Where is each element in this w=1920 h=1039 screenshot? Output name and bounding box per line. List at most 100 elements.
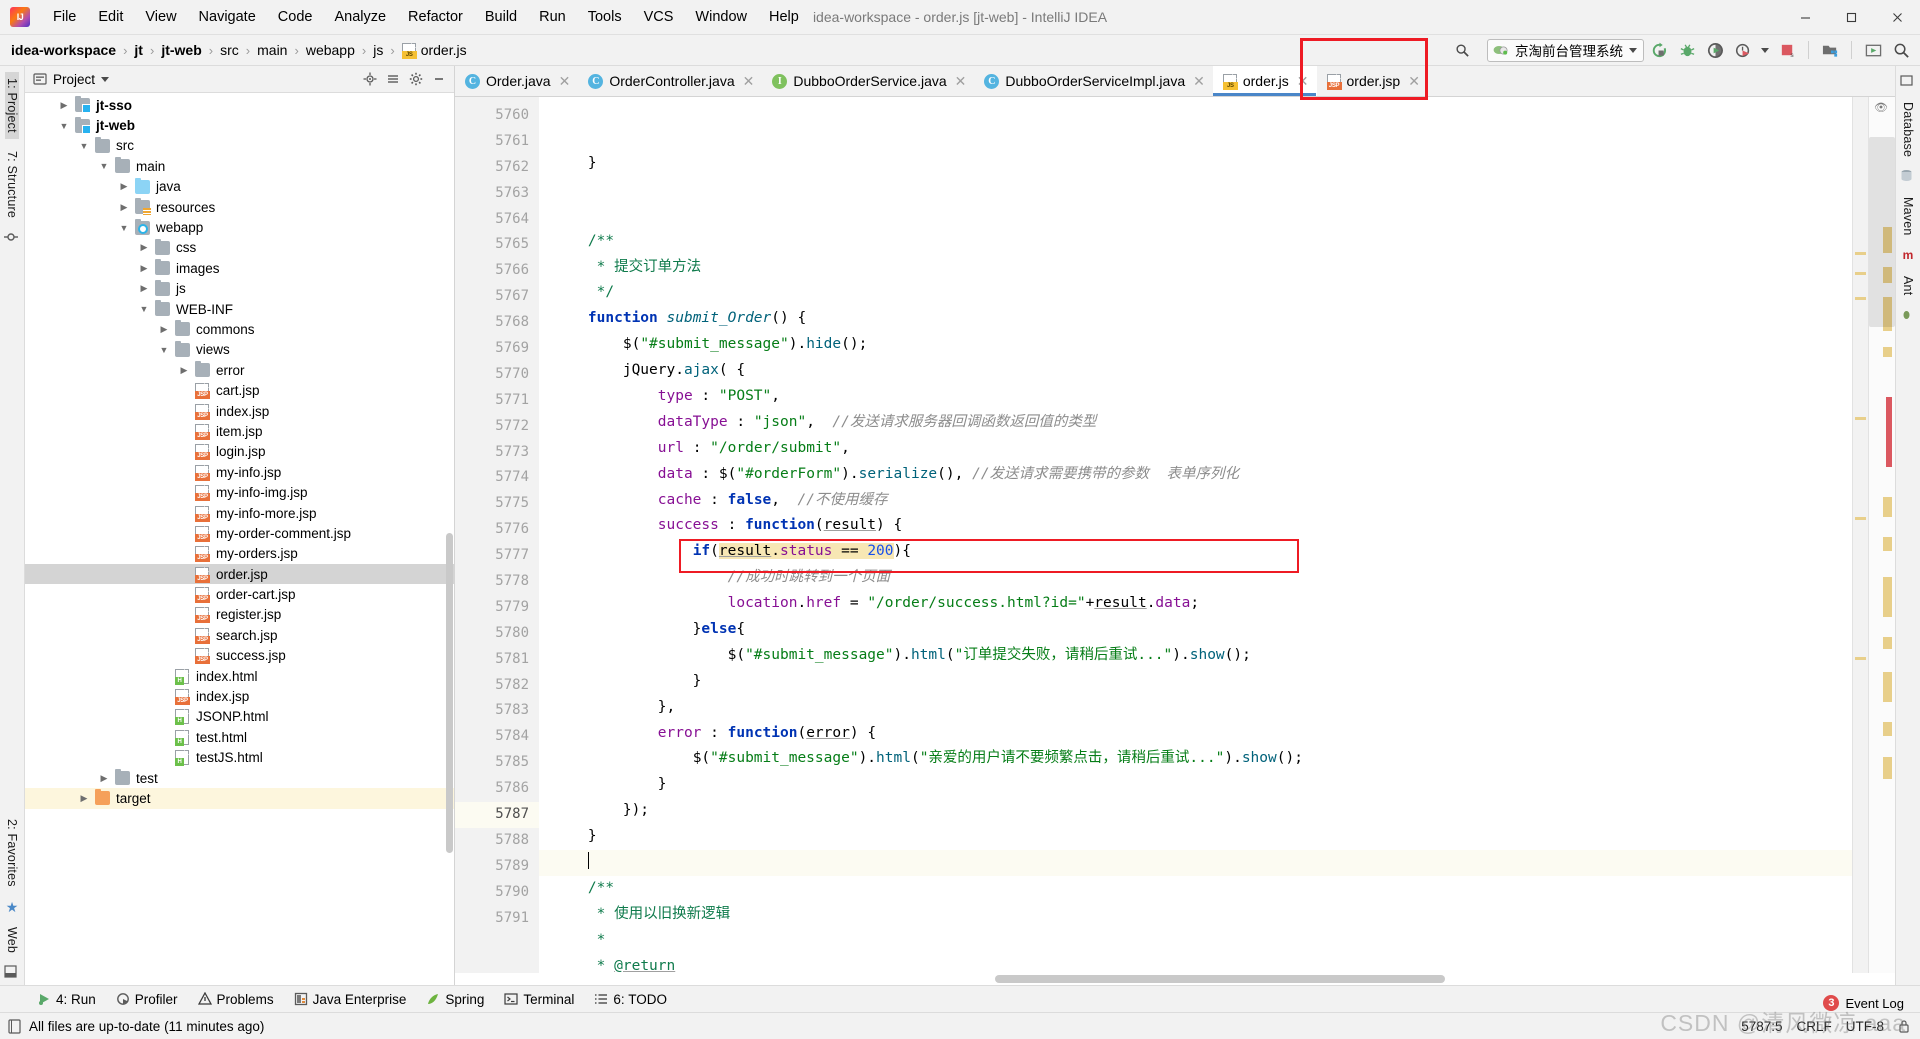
line-number[interactable]: 5761 — [455, 129, 539, 155]
code-line[interactable]: $("#submit_message").hide(); — [539, 332, 1852, 358]
code-content[interactable]: } /** * 提交订单方法 */ function submit_Order(… — [539, 97, 1852, 973]
code-line[interactable]: error : function(error) { — [539, 721, 1852, 747]
code-line[interactable]: //成功时跳转到一个页面 — [539, 565, 1852, 591]
notifications-icon[interactable] — [1900, 74, 1916, 90]
code-line[interactable]: * — [539, 928, 1852, 954]
line-number[interactable]: 5764 — [455, 207, 539, 233]
lock-icon[interactable] — [1898, 1019, 1910, 1033]
line-number[interactable]: 5766− — [455, 258, 555, 284]
line-number[interactable]: 5781− — [455, 647, 555, 673]
line-number[interactable]: 5789 — [455, 854, 539, 880]
code-line[interactable]: type : "POST", — [539, 384, 1852, 410]
tree-node-my-order-comment-jsp[interactable]: JSP my-order-comment.jsp — [25, 523, 454, 543]
sidebar-item-database[interactable]: Database — [1901, 96, 1915, 163]
run-with-coverage-icon[interactable] — [1702, 38, 1728, 62]
horizontal-scrollbar[interactable] — [455, 973, 1895, 985]
code-line[interactable]: } — [539, 824, 1852, 850]
chevron-down-icon[interactable]: ▼ — [77, 141, 91, 151]
code-line[interactable] — [539, 203, 1852, 229]
breadcrumb-item-jt[interactable]: jt — [131, 40, 146, 60]
tree-node-images[interactable]: ▶ images — [25, 258, 454, 278]
profiler-icon[interactable] — [1730, 38, 1756, 62]
tree-node-jt-web[interactable]: ▼ jt-web — [25, 115, 454, 135]
code-marker[interactable] — [1855, 517, 1866, 520]
code-line[interactable]: * 使用以旧换新逻辑 — [539, 902, 1852, 928]
tree-node-jt-sso[interactable]: ▶ jt-sso — [25, 95, 454, 115]
close-icon[interactable]: ✕ — [1408, 73, 1420, 90]
close-icon[interactable]: ✕ — [1297, 73, 1309, 90]
code-marker[interactable] — [1855, 417, 1866, 420]
code-line[interactable]: $("#submit_message").html("亲爱的用户请不要频繁点击，… — [539, 746, 1852, 772]
tree-node-commons[interactable]: ▶ commons — [25, 319, 454, 339]
error-stripe-scrollbar[interactable]: 👁 — [1868, 97, 1895, 973]
tree-node-index-html[interactable]: Hindex.html — [25, 666, 454, 686]
code-line[interactable]: /** — [539, 876, 1852, 902]
line-number[interactable]: 5782− — [455, 673, 555, 699]
tool-window-run[interactable]: 4: Run — [28, 990, 105, 1009]
chevron-right-icon[interactable]: ▶ — [137, 283, 151, 294]
chevron-right-icon[interactable]: ▶ — [77, 793, 91, 804]
line-number[interactable]: 5767 — [455, 284, 539, 310]
tree-node-item-jsp[interactable]: JSP item.jsp — [25, 421, 454, 441]
tree-node-testjs-html[interactable]: HtestJS.html — [25, 748, 454, 768]
breadcrumb-item-src[interactable]: src — [217, 40, 242, 60]
commit-icon[interactable] — [4, 230, 20, 246]
editor-tab-order-jsp[interactable]: JSP order.jsp ✕ — [1317, 66, 1428, 96]
tree-node-my-info-jsp[interactable]: JSP my-info.jsp — [25, 462, 454, 482]
tree-scrollbar[interactable] — [446, 533, 453, 853]
menu-item-tools[interactable]: Tools — [577, 5, 633, 29]
code-line[interactable] — [539, 177, 1852, 203]
code-line[interactable]: $("#submit_message").html("订单提交失败，请稍后重试.… — [539, 643, 1852, 669]
tree-node-order-cart-jsp[interactable]: JSP order-cart.jsp — [25, 584, 454, 604]
sidebar-item-web[interactable]: Web — [5, 921, 19, 959]
code-line[interactable]: cache : false, //不使用缓存 — [539, 488, 1852, 514]
menu-item-window[interactable]: Window — [684, 5, 758, 29]
chevron-right-icon[interactable]: ▶ — [117, 202, 131, 213]
chevron-right-icon[interactable]: ▶ — [97, 773, 111, 784]
marker-bar[interactable] — [1852, 97, 1868, 973]
line-number[interactable]: 5783 — [455, 698, 539, 724]
tree-node-webapp[interactable]: ▼ webapp — [25, 217, 454, 237]
project-panel-title[interactable]: Project — [33, 72, 110, 87]
code-line[interactable]: function submit_Order() { — [539, 306, 1852, 332]
line-number[interactable]: 5786− — [455, 776, 555, 802]
chevron-down-icon[interactable]: ▼ — [157, 345, 171, 355]
tree-node-cart-jsp[interactable]: JSP cart.jsp — [25, 380, 454, 400]
menu-item-refactor[interactable]: Refactor — [397, 5, 474, 29]
code-line[interactable]: * 提交订单方法 — [539, 255, 1852, 281]
menu-item-build[interactable]: Build — [474, 5, 528, 29]
tree-node-my-info-more-jsp[interactable]: JSP my-info-more.jsp — [25, 503, 454, 523]
line-number[interactable]: 5762 — [455, 155, 539, 181]
line-number[interactable]: 5775 — [455, 491, 539, 517]
tool-window-todo[interactable]: 6: TODO — [585, 990, 676, 1009]
hide-all-icon[interactable] — [4, 965, 20, 981]
tool-window-problems[interactable]: Problems — [189, 990, 283, 1009]
tree-node-order-jsp[interactable]: JSP order.jsp — [25, 563, 454, 585]
chevron-right-icon[interactable]: ▶ — [137, 263, 151, 274]
sidebar-item-favorites[interactable]: 2: Favorites — [5, 813, 19, 893]
tree-node-resources[interactable]: ▶ resources — [25, 197, 454, 217]
line-number[interactable]: 5778 — [455, 569, 539, 595]
tree-node-jsonp-html[interactable]: H JSONP.html — [25, 707, 454, 727]
code-line[interactable]: jQuery.ajax( { — [539, 358, 1852, 384]
code-line[interactable]: location.href = "/order/success.html?id=… — [539, 591, 1852, 617]
line-number[interactable]: 5784− — [455, 724, 555, 750]
code-line[interactable]: } — [539, 151, 1852, 177]
tree-node-views[interactable]: ▼ views — [25, 340, 454, 360]
project-tree[interactable]: ▶ jt-sso ▼ jt-web ▼ src ▼ main ▶ java ▶ resources ▼ w… — [25, 93, 454, 985]
sidebar-item-ant[interactable]: Ant — [1901, 270, 1915, 301]
tree-node-success-jsp[interactable]: JSP success.jsp — [25, 646, 454, 666]
menu-item-analyze[interactable]: Analyze — [323, 5, 397, 29]
line-number[interactable]: 5776 — [455, 517, 539, 543]
chevron-right-icon[interactable]: ▶ — [177, 365, 191, 376]
code-line[interactable]: if(result.status == 200){ — [539, 539, 1852, 565]
tree-node-src[interactable]: ▼ src — [25, 136, 454, 156]
close-icon[interactable]: ✕ — [1193, 73, 1205, 90]
breadcrumb-item-jt-web[interactable]: jt-web — [158, 40, 204, 60]
line-number[interactable]: 5788− — [455, 828, 555, 854]
code-line[interactable]: }else{ — [539, 617, 1852, 643]
line-number[interactable]: 5765− — [455, 232, 555, 258]
tree-node-target[interactable]: ▶ target — [25, 788, 454, 809]
sidebar-item-project[interactable]: 1: Project — [5, 72, 19, 139]
line-number[interactable]: 5787 — [455, 802, 539, 828]
